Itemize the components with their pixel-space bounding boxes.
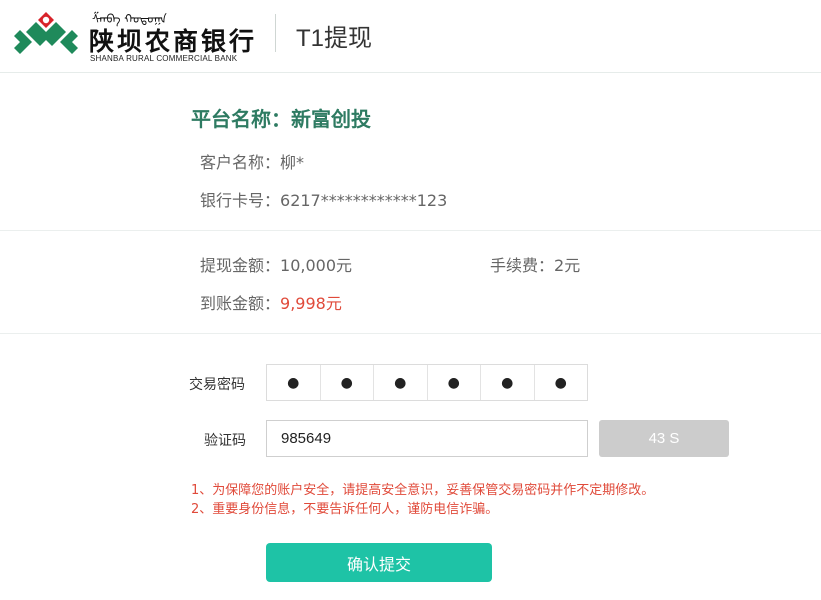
password-digit: ● bbox=[533, 365, 588, 400]
transaction-password-input[interactable]: ● ● ● ● ● ● bbox=[266, 364, 588, 401]
card-number-row: 银行卡号：6217************123 bbox=[200, 187, 447, 211]
received-amount-row: 到账金额：9,998元 bbox=[200, 290, 342, 314]
fee-label: 手续费： bbox=[490, 256, 555, 275]
received-amount-label: 到账金额： bbox=[200, 294, 281, 313]
fee-value: 2元 bbox=[554, 256, 581, 275]
page-title: T1提现 bbox=[296, 25, 373, 52]
header-divider bbox=[275, 14, 276, 52]
fee-row: 手续费：2元 bbox=[490, 252, 580, 276]
security-notice: 1、为保障您的账户安全，请提高安全意识，妥善保管交易密码并作不定期修改。 bbox=[191, 483, 655, 498]
password-digit: ● bbox=[287, 374, 300, 391]
card-number-label: 银行卡号： bbox=[200, 191, 281, 210]
password-digit: ● bbox=[373, 365, 427, 400]
fraud-warning-notice: 2、重要身份信息，不要告诉任何人，谨防电信诈骗。 bbox=[191, 502, 499, 517]
password-digit: ● bbox=[480, 365, 534, 400]
section-divider bbox=[0, 333, 821, 334]
resend-code-countdown-button[interactable]: 43 S bbox=[599, 420, 729, 457]
confirm-submit-button[interactable]: 确认提交 bbox=[266, 543, 492, 582]
bank-name-english: SHANBA RURAL COMMERCIAL BANK bbox=[90, 54, 238, 63]
received-amount-value: 9,998元 bbox=[280, 294, 342, 313]
customer-name-label: 客户名称： bbox=[200, 153, 281, 172]
verification-code-label: 验证码 bbox=[204, 433, 246, 449]
withdraw-amount-row: 提现金额：10,000元 bbox=[200, 252, 352, 276]
withdraw-amount-label: 提现金额： bbox=[200, 256, 281, 275]
customer-name-value: 柳* bbox=[280, 153, 305, 172]
bank-logo-icon bbox=[14, 12, 78, 60]
platform-name: 平台名称：新富创投 bbox=[191, 107, 371, 131]
customer-name-row: 客户名称：柳* bbox=[200, 149, 304, 173]
password-digit: ● bbox=[319, 365, 374, 400]
verification-code-input[interactable] bbox=[266, 420, 588, 457]
bank-name-chinese: 陕坝农商银行 bbox=[89, 27, 258, 56]
withdraw-amount-value: 10,000元 bbox=[280, 256, 353, 275]
page-header: ᠱᠠᠨᠪᠠ ᠬᠤᠳᠤᠭᠠ 陕坝农商银行 SHANBA RURAL COMMERC… bbox=[0, 0, 821, 73]
section-divider bbox=[0, 230, 821, 231]
password-digit: ● bbox=[426, 365, 481, 400]
password-label: 交易密码 bbox=[189, 377, 245, 393]
card-number-value: 6217************123 bbox=[280, 191, 448, 210]
